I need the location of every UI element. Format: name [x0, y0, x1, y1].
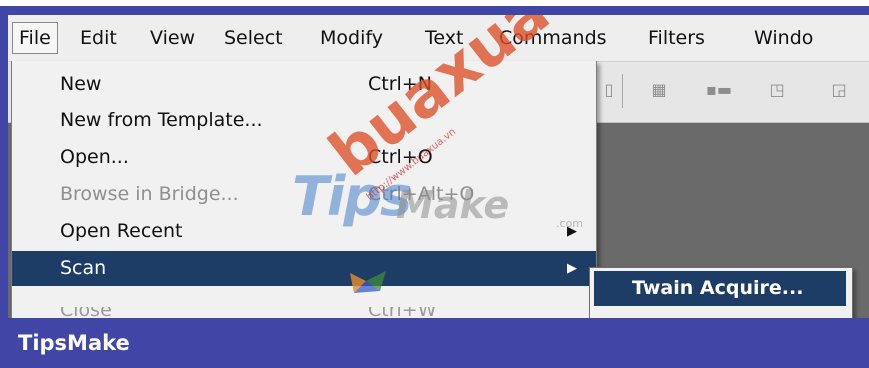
menu-item-open-recent[interactable]: Open Recent ▶: [12, 214, 596, 249]
submenu-arrow-icon: ▶: [567, 224, 577, 239]
menu-item-label: New from Template...: [60, 109, 263, 131]
arrange-back-icon[interactable]: ◲: [828, 78, 850, 100]
menu-item-label: Browse in Bridge...: [60, 183, 239, 205]
menu-select[interactable]: Select: [218, 23, 289, 53]
scan-submenu: Twain Acquire...: [589, 267, 853, 318]
menu-item-label: Scan: [60, 257, 107, 279]
toolbar-separator: [622, 74, 623, 108]
menu-item-shortcut: Ctrl+Alt+O: [368, 183, 475, 205]
align-icon[interactable]: ▪▬: [706, 78, 732, 100]
menu-view[interactable]: View: [144, 23, 201, 53]
menu-item-browse-in-bridge: Browse in Bridge... Ctrl+Alt+O: [12, 177, 596, 212]
application-window: File Edit View Select Modify Text Comman…: [8, 15, 869, 318]
menu-item-shortcut: Ctrl+W: [368, 307, 437, 318]
screenshot-frame: File Edit View Select Modify Text Comman…: [0, 6, 869, 368]
menu-item-open[interactable]: Open... Ctrl+O: [12, 140, 596, 175]
menu-item-close: Close Ctrl+W: [12, 307, 596, 318]
toolbar-icon[interactable]: ▯: [598, 78, 620, 100]
menu-item-label: Open Recent: [60, 220, 183, 242]
menu-item-label: Close: [60, 307, 112, 318]
menu-item-new-from-template[interactable]: New from Template...: [12, 103, 596, 138]
menu-commands[interactable]: Commands: [493, 23, 613, 53]
menu-text[interactable]: Text: [419, 23, 469, 53]
menu-modify[interactable]: Modify: [314, 23, 389, 53]
menu-item-twain-acquire[interactable]: Twain Acquire...: [594, 271, 846, 306]
menu-item-scan[interactable]: Scan ▶: [12, 251, 596, 286]
submenu-arrow-icon: ▶: [567, 261, 577, 276]
file-menu: New Ctrl+N New from Template... Open... …: [11, 61, 597, 318]
menu-item-label: Open...: [60, 146, 129, 168]
menu-item-label: New: [60, 73, 102, 95]
menu-item-shortcut: Ctrl+O: [368, 146, 433, 168]
menubar: File Edit View Select Modify Text Comman…: [8, 15, 869, 62]
arrange-front-icon[interactable]: ◳: [766, 78, 788, 100]
menu-item-new[interactable]: New Ctrl+N: [12, 67, 596, 102]
menu-filters[interactable]: Filters: [642, 23, 711, 53]
menu-item-label: Twain Acquire...: [632, 277, 804, 299]
menu-file[interactable]: File: [12, 22, 58, 54]
menu-item-shortcut: Ctrl+N: [368, 73, 432, 95]
menu-window[interactable]: Windo: [748, 23, 819, 53]
menu-edit[interactable]: Edit: [74, 23, 123, 53]
footer-brand: TipsMake: [18, 331, 130, 355]
distribute-icon[interactable]: ▦: [648, 78, 670, 100]
